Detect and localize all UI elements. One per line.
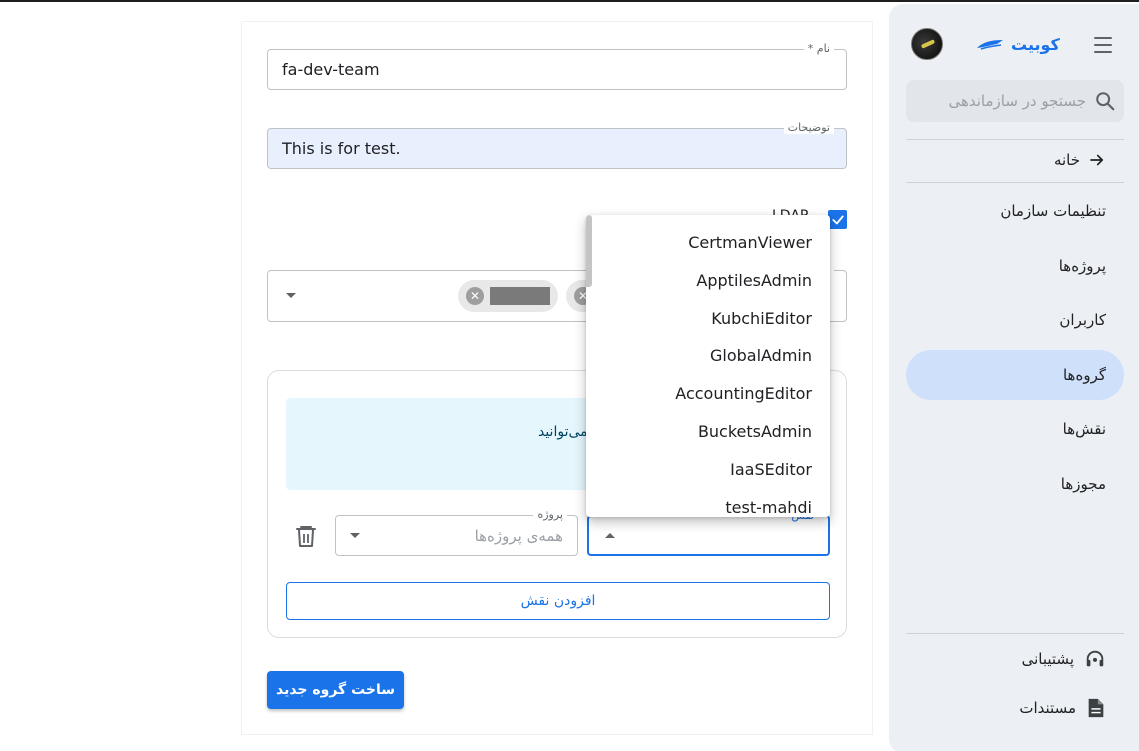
hamburger-menu-icon[interactable] (1091, 32, 1115, 56)
docs-link[interactable]: مستندات (906, 688, 1124, 728)
role-option[interactable]: GlobalAdmin (592, 336, 812, 374)
chevron-up-icon[interactable] (605, 533, 615, 538)
chevron-down-icon[interactable] (350, 533, 360, 538)
name-field[interactable]: نام * (267, 42, 847, 90)
description-field[interactable]: توضیحات (267, 121, 847, 169)
divider (906, 633, 1124, 634)
arrow-right-icon (1090, 154, 1104, 166)
create-group-button[interactable]: ساخت گروه جدید (267, 671, 404, 709)
sidebar-item-label: تنظیمات سازمان (1000, 202, 1106, 220)
sidebar-item-users[interactable]: کاربران (906, 296, 1124, 344)
redacted-value (490, 287, 550, 305)
sidebar-item-roles[interactable]: نقش‌ها (906, 405, 1124, 453)
sidebar: کوبیت خانه تنظیمات سازمان پروژه‌ها کاربر… (889, 4, 1139, 751)
role-select[interactable]: نقش (587, 509, 830, 556)
sidebar-item-permissions[interactable]: مجوزها (906, 460, 1124, 508)
add-role-button[interactable]: افزودن نقش (286, 582, 830, 620)
search-input[interactable] (916, 92, 1086, 110)
document-icon (1088, 698, 1104, 718)
role-option[interactable]: ApptilesAdmin (592, 261, 812, 299)
sidebar-item-label: مجوزها (1060, 475, 1106, 493)
sidebar-item-label: پروژه‌ها (1058, 257, 1106, 275)
sidebar-item-label: کاربران (1059, 311, 1106, 329)
name-label: نام * (803, 42, 834, 55)
headset-icon (1086, 650, 1104, 667)
support-label: پشتیبانی (1021, 650, 1074, 668)
divider (906, 182, 1124, 183)
search-icon (1096, 92, 1115, 111)
docs-label: مستندات (1019, 699, 1076, 717)
project-select[interactable]: پروژه همه‌ی پروژه‌ها (335, 508, 578, 556)
avatar[interactable] (911, 28, 943, 60)
sidebar-item-label: گروه‌ها (1062, 366, 1106, 384)
brand-name: کوبیت (1011, 34, 1060, 54)
member-chip: ✕ (458, 280, 558, 312)
sidebar-item-label: خانه (1053, 151, 1080, 169)
project-placeholder: همه‌ی پروژه‌ها (474, 526, 563, 545)
role-option[interactable]: IaaSEditor (592, 450, 812, 488)
sidebar-search[interactable] (906, 80, 1124, 122)
close-icon[interactable]: ✕ (466, 287, 484, 305)
sidebar-item-org-settings[interactable]: تنظیمات سازمان (906, 187, 1124, 235)
ldap-checkbox[interactable] (828, 210, 847, 229)
description-input[interactable] (282, 139, 832, 158)
name-input[interactable] (282, 60, 832, 79)
trash-icon[interactable] (295, 524, 317, 548)
description-label: توضیحات (783, 121, 834, 134)
role-option[interactable]: AccountingEditor (592, 374, 812, 412)
role-option[interactable]: test-mahdi (592, 488, 812, 517)
role-option[interactable]: BucketsAdmin (592, 412, 812, 450)
checkmark-icon (831, 215, 844, 224)
brand-logo[interactable]: کوبیت (975, 32, 1060, 56)
sidebar-header: کوبیت (889, 26, 1139, 62)
role-option[interactable]: KubchiEditor (592, 299, 812, 337)
project-label: پروژه (533, 508, 567, 521)
chevron-down-icon[interactable] (286, 293, 296, 298)
role-option[interactable]: CertmanViewer (592, 223, 812, 261)
sidebar-item-home[interactable]: خانه (906, 136, 1124, 184)
sidebar-item-groups[interactable]: گروه‌ها (906, 350, 1124, 400)
support-link[interactable]: پشتیبانی (906, 639, 1124, 679)
role-dropdown-menu: CertmanViewer ApptilesAdmin KubchiEditor… (586, 215, 830, 517)
bird-logo-icon (977, 40, 1003, 50)
sidebar-item-label: نقش‌ها (1062, 420, 1106, 438)
sidebar-item-projects[interactable]: پروژه‌ها (906, 242, 1124, 290)
